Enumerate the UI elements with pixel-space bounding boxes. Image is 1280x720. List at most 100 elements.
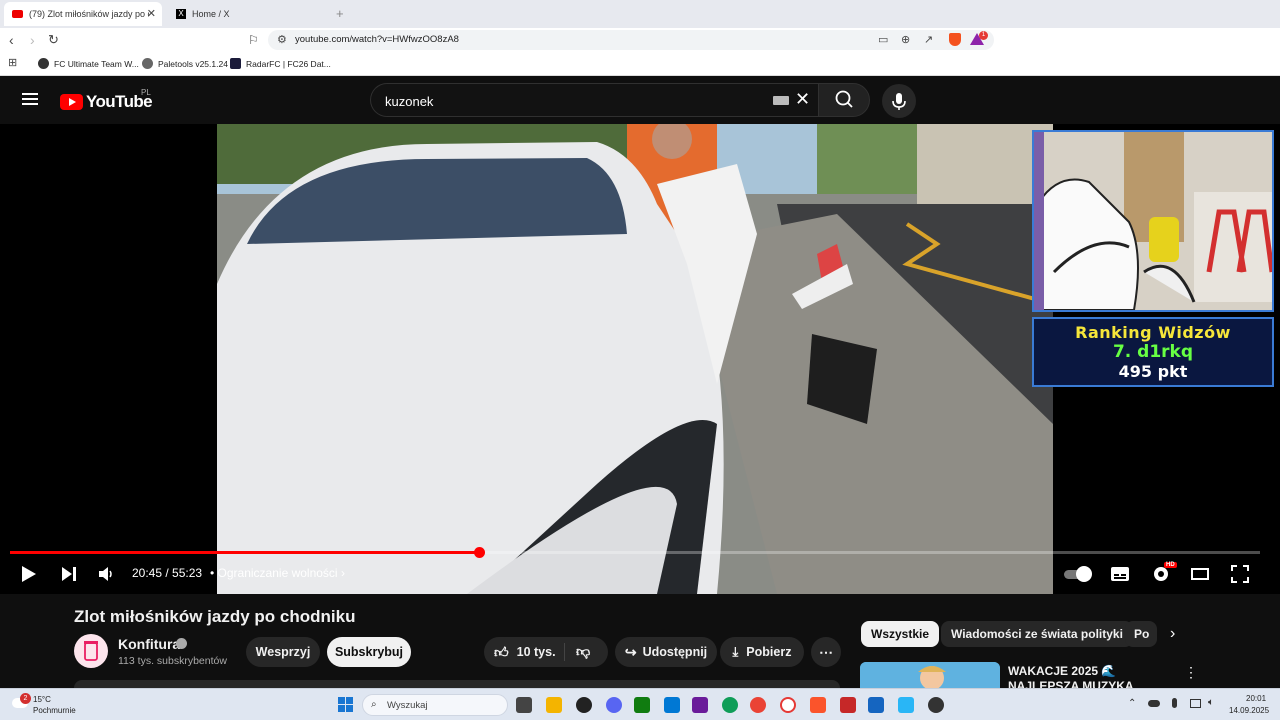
search-value[interactable]: kuzonek [385,94,433,109]
bookmark-fc-ultimate[interactable]: FC Ultimate Team W... [38,58,139,69]
discord-icon[interactable] [606,697,622,713]
youtube-play-logo-icon [60,94,83,110]
chip-all[interactable]: Wszystkie [861,621,940,647]
ranking-points: 495 pkt [1118,362,1188,381]
microphone-icon[interactable] [1172,698,1177,708]
volume-icon[interactable] [97,565,115,583]
opera-icon[interactable] [780,697,796,713]
chevron-right-icon[interactable]: › [1170,625,1175,643]
video-player[interactable]: Ranking Widzów 7. d1rkq 495 pkt [0,124,1280,594]
url-text[interactable]: youtube.com/watch?v=HWfwzOO8zA8 [295,34,459,45]
weather-description[interactable]: Pochmurnie [33,706,76,715]
voice-search-button[interactable] [882,84,916,118]
chrome-icon[interactable] [750,697,766,713]
share-icon[interactable]: ↗ [924,33,933,46]
app-icon[interactable] [898,697,914,713]
clear-search-icon[interactable]: ✕ [795,89,810,110]
weather-temperature[interactable]: 15°C [33,695,51,704]
video-scene-image [217,124,1053,594]
search-button[interactable] [818,83,870,117]
chip-partial[interactable]: Po [1125,621,1157,647]
webcam-overlay [1032,130,1274,312]
brave-shield-icon[interactable] [949,33,961,46]
next-video-icon[interactable] [60,565,78,583]
task-view-icon[interactable] [516,697,532,713]
windows-taskbar: 2 15°C Pochmurnie ⌕ Wyszukaj ⌃ 🔈︎ 20:01 … [0,688,1280,720]
tab-title: Home / X [192,9,230,19]
new-tab-icon[interactable]: + [336,6,344,21]
zoom-icon[interactable]: ⊕ [901,33,910,46]
scrubber-handle[interactable] [473,547,485,558]
x-favicon-icon: X [176,9,186,19]
like-button[interactable]: 👍︎ 10 tys. [494,644,556,661]
address-bar[interactable]: ⚙ youtube.com/watch?v=HWfwzOO8zA8 ▭ ⊕ ↗ [268,30,994,50]
vscode-icon[interactable] [664,697,680,713]
premiere-icon[interactable] [692,697,708,713]
search-icon [835,90,853,108]
cast-icon[interactable]: ▭ [878,33,888,46]
bookmark-label: Paletools v25.1.24 [158,58,228,69]
dislike-button[interactable]: 👎︎ [576,643,590,660]
fullscreen-icon[interactable] [1230,564,1250,584]
network-icon[interactable] [1190,699,1201,708]
volume-icon[interactable]: 🔈︎ [1208,697,1214,708]
chevron-up-icon[interactable]: ⌃ [1128,698,1136,709]
photos-icon[interactable] [868,697,884,713]
progress-bar[interactable] [10,547,1260,558]
autoplay-toggle[interactable] [1064,566,1092,582]
video-frame[interactable] [217,124,1053,594]
radarfc-icon [230,58,241,69]
bookmark-radarfc[interactable]: RadarFC | FC26 Dat... [230,58,331,69]
close-icon[interactable]: ✕ [147,7,156,20]
more-vertical-icon[interactable]: ⋮ [1184,664,1198,681]
vivaldi-icon[interactable] [840,697,856,713]
site-settings-icon[interactable]: ⚙ [277,33,287,46]
thumbnail-image [860,662,1000,688]
taskbar-search-placeholder: Wyszukaj [387,700,428,711]
windows-start-icon[interactable] [338,697,354,713]
like-dislike-group: 👍︎ 10 tys. 👎︎ [484,637,608,667]
bookmark-icon[interactable]: ⚐ [248,33,259,47]
clock-date[interactable]: 14.09.2025 [1229,706,1269,715]
more-horizontal-icon: ⋯ [819,643,833,660]
theater-mode-icon[interactable] [1190,566,1210,582]
tab-youtube[interactable]: (79) Zlot miłośników jazdy po ch ✕ [4,2,162,26]
apps-grid-icon[interactable]: ⊞ [8,56,17,69]
edge-icon[interactable] [722,697,738,713]
file-explorer-icon[interactable] [546,697,562,713]
jar-icon [84,641,98,661]
channel-avatar[interactable] [74,634,108,668]
chip-politics-news[interactable]: Wiadomości ze świata polityki [941,621,1133,647]
brave-icon[interactable] [810,697,826,713]
browser-tab-bar: (79) Zlot miłośników jazdy po ch ✕ X Hom… [0,0,1280,28]
download-button[interactable]: ⤓ Pobierz [720,637,804,667]
onedrive-icon[interactable] [1148,700,1160,707]
forward-icon[interactable]: › [30,32,35,48]
address-row: ‹ › ↻ ⚐ ⚙ youtube.com/watch?v=HWfwzOO8zA… [0,28,1280,52]
bookmark-paletools[interactable]: Paletools v25.1.24 [142,58,228,69]
taskbar-search[interactable]: ⌕ Wyszukaj [362,694,508,716]
share-button[interactable]: ↪ Udostępnij [615,637,717,667]
tab-x[interactable]: X Home / X [168,2,328,26]
youtube-logo[interactable]: YouTube [60,92,153,112]
keyboard-icon[interactable] [773,96,789,105]
clock-time[interactable]: 20:01 [1246,694,1266,703]
search-input[interactable]: kuzonek ✕ [370,83,818,117]
support-button[interactable]: Wesprzyj [246,637,320,667]
xbox-icon[interactable] [634,697,650,713]
channel-name[interactable]: Konfitura [118,636,180,652]
reload-icon[interactable]: ↻ [48,32,59,48]
progress-played [10,551,479,554]
video-details: Zlot miłośników jazdy po chodniku Konfit… [0,594,1280,693]
more-actions-button[interactable]: ⋯ [811,637,841,667]
play-icon[interactable] [20,564,38,584]
obs-icon[interactable] [928,697,944,713]
recommendation-thumbnail[interactable] [860,662,1000,688]
subscribe-button[interactable]: Subskrybuj [327,637,411,667]
back-icon[interactable]: ‹ [9,32,14,48]
chapter-title[interactable]: • Ograniczanie wolności › [210,566,345,580]
steam-icon[interactable] [576,697,592,713]
hamburger-menu-icon[interactable] [22,93,38,105]
download-icon: ⤓ [732,644,739,659]
subtitles-icon[interactable] [1110,565,1130,583]
